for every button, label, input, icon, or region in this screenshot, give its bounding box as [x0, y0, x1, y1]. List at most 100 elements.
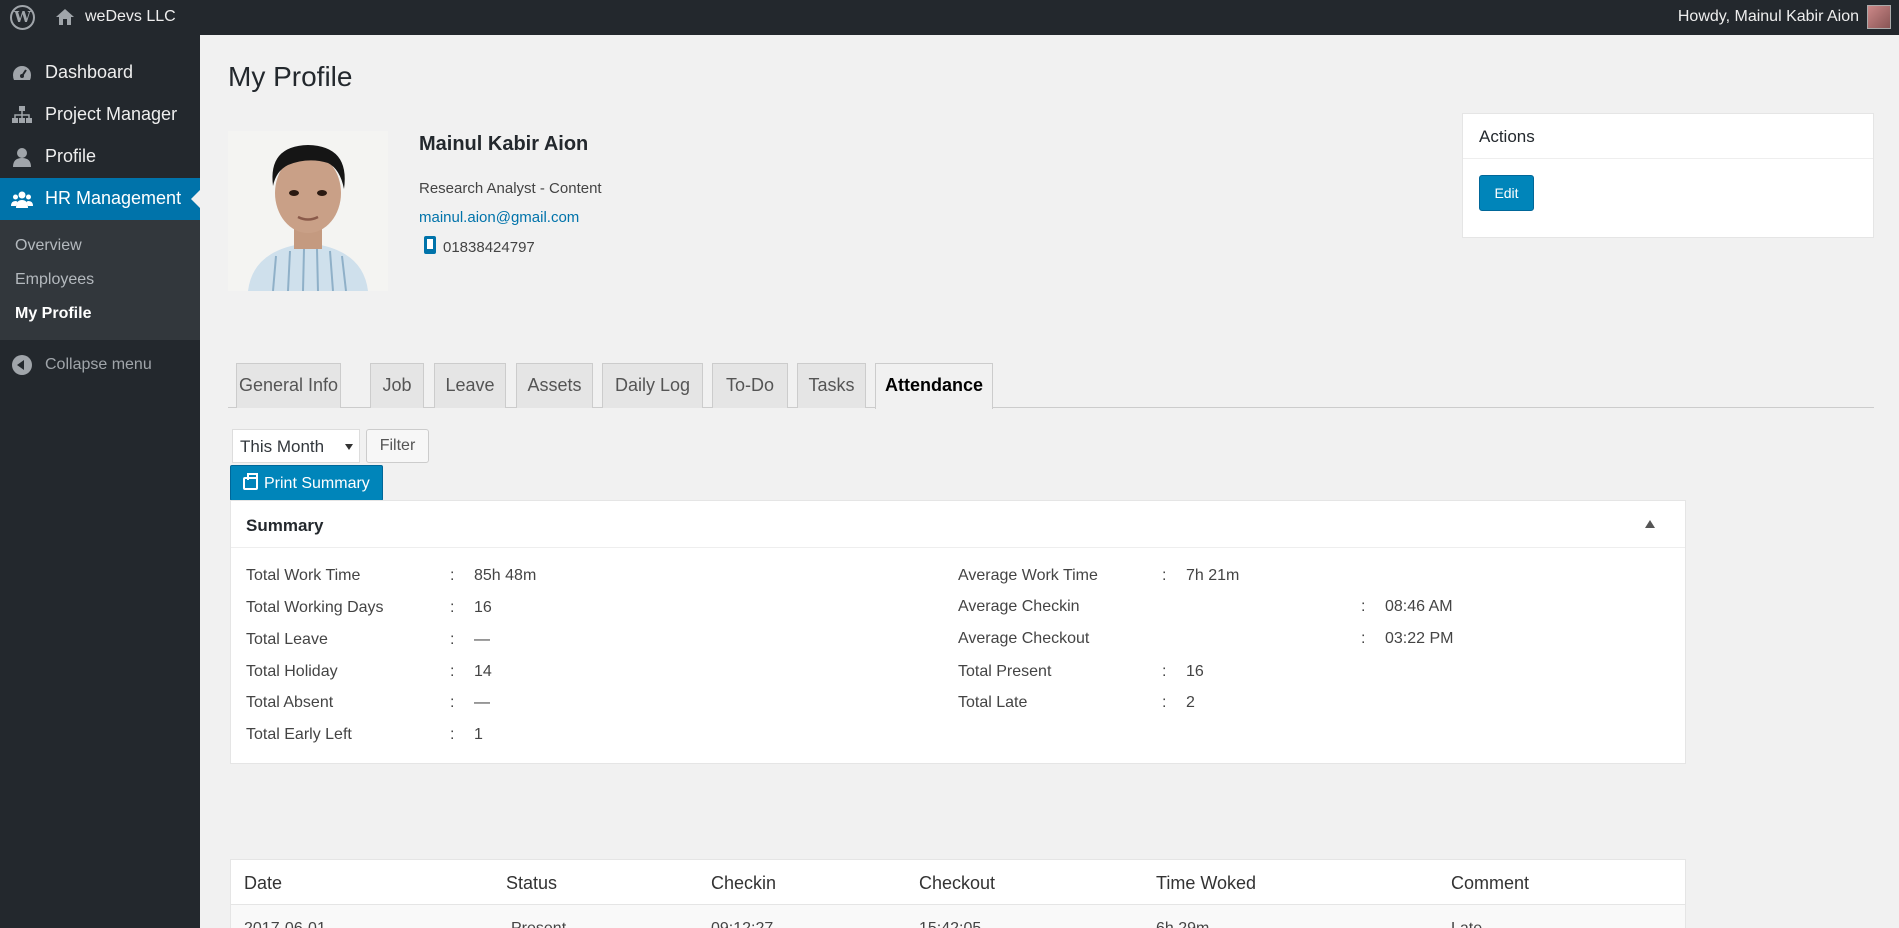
sidebar-item-project-manager[interactable]: Project Manager: [0, 94, 200, 136]
page-title: My Profile: [228, 61, 353, 92]
summary-colon: :: [450, 694, 455, 711]
print-summary-label: Print Summary: [264, 475, 370, 492]
table-cell-date: 2017-06-01: [244, 920, 326, 928]
collapse-arrow-icon: [12, 355, 32, 375]
summary-label: Total Holiday: [246, 663, 338, 680]
tab-leave[interactable]: Leave: [434, 363, 506, 408]
tab-daily-log[interactable]: Daily Log: [602, 363, 703, 408]
tab-attendance[interactable]: Attendance: [875, 363, 993, 409]
summary-value: 16: [1186, 663, 1204, 680]
summary-value: —: [474, 694, 490, 711]
site-name-link[interactable]: weDevs LLC: [85, 8, 176, 26]
summary-colon: :: [450, 567, 455, 584]
table-header-time-worked: Time Woked: [1156, 873, 1257, 893]
dashboard-icon: [13, 66, 31, 80]
employee-photo: [228, 131, 388, 291]
divider: [231, 547, 1685, 548]
table-header-status: Status: [506, 873, 558, 893]
table-cell-checkout: 15:42:05: [919, 920, 981, 928]
summary-value: —: [474, 631, 490, 648]
summary-title: Summary: [246, 516, 324, 535]
filter-button[interactable]: Filter: [366, 429, 429, 463]
attendance-table: Date Status Checkin Checkout Time Woked …: [230, 859, 1686, 928]
summary-colon: :: [450, 599, 455, 616]
employee-job-title: Research Analyst - Content: [419, 180, 602, 197]
summary-value: 03:22 PM: [1385, 630, 1454, 647]
summary-label: Total Early Left: [246, 726, 352, 743]
summary-label: Total Leave: [246, 631, 328, 648]
summary-colon: :: [450, 631, 455, 648]
summary-colon: :: [450, 663, 455, 680]
summary-label: Total Late: [958, 694, 1028, 711]
submenu-item-my-profile[interactable]: My Profile: [15, 305, 91, 323]
table-cell-time-worked: 6h 29m: [1156, 920, 1209, 928]
sidebar-item-label: Project Manager: [45, 104, 178, 124]
summary-colon: :: [1162, 567, 1167, 584]
summary-panel: Summary Total Work Time : 85h 48m Total …: [230, 500, 1686, 764]
summary-label: Total Present: [958, 663, 1052, 680]
summary-colon: :: [1162, 694, 1167, 711]
summary-colon: :: [1361, 630, 1366, 647]
mobile-phone-icon: [424, 236, 436, 254]
tab-tasks[interactable]: Tasks: [797, 363, 866, 408]
wordpress-logo-icon[interactable]: W: [10, 5, 35, 30]
dropdown-arrow-icon: [345, 444, 353, 450]
period-select-value: This Month: [240, 437, 325, 456]
sidebar-item-label: Dashboard: [45, 62, 134, 82]
summary-colon: :: [450, 726, 455, 743]
groups-icon: [11, 191, 33, 208]
tab-job[interactable]: Job: [370, 363, 424, 408]
submenu-item-employees[interactable]: Employees: [15, 271, 94, 289]
table-cell-checkin: 09:12:27: [711, 920, 773, 928]
admin-bar: W weDevs LLC Howdy, Mainul Kabir Aion: [0, 0, 1899, 35]
user-icon: [13, 148, 31, 167]
hr-submenu: Overview Employees My Profile: [0, 220, 200, 340]
summary-value: 14: [474, 663, 492, 680]
main-content: My Profile Mainul Kabir Aion Research An…: [200, 35, 1899, 928]
sidebar-item-profile[interactable]: Profile: [0, 136, 200, 178]
print-summary-button[interactable]: Print Summary: [230, 465, 383, 501]
collapse-menu-button[interactable]: Collapse menu: [0, 347, 200, 382]
table-header-date: Date: [244, 873, 283, 893]
submenu-item-overview[interactable]: Overview: [15, 237, 82, 255]
user-avatar[interactable]: [1867, 5, 1891, 29]
summary-colon: :: [1162, 663, 1167, 680]
summary-label: Total Absent: [246, 694, 334, 711]
collapse-menu-label: Collapse menu: [45, 356, 152, 373]
employee-phone: 01838424797: [443, 239, 535, 256]
tab-assets[interactable]: Assets: [516, 363, 593, 408]
employee-name: Mainul Kabir Aion: [419, 133, 589, 155]
sidebar-item-dashboard[interactable]: Dashboard: [0, 52, 200, 94]
divider: [1463, 158, 1873, 159]
summary-value: 7h 21m: [1186, 567, 1240, 584]
print-icon: [243, 473, 258, 490]
summary-value: 16: [474, 599, 492, 616]
summary-label: Average Work Time: [958, 567, 1098, 584]
table-header-comment: Comment: [1451, 873, 1530, 893]
sidebar-item-label: HR Management: [45, 188, 182, 208]
summary-value: 85h 48m: [474, 567, 537, 584]
summary-label: Average Checkin: [958, 598, 1080, 615]
tab-general-info[interactable]: General Info: [236, 363, 341, 408]
collapse-toggle-icon[interactable]: [1645, 520, 1655, 528]
sidebar-item-hr-management[interactable]: HR Management: [0, 178, 200, 220]
summary-label: Total Working Days: [246, 599, 384, 616]
summary-colon: :: [1361, 598, 1366, 615]
summary-value: 1: [474, 726, 483, 743]
summary-label: Average Checkout: [958, 630, 1090, 647]
howdy-user-link[interactable]: Howdy, Mainul Kabir Aion: [1678, 8, 1859, 26]
actions-panel: Actions Edit: [1462, 113, 1874, 238]
edit-button[interactable]: Edit: [1479, 175, 1534, 211]
tab-to-do[interactable]: To-Do: [712, 363, 788, 408]
admin-sidebar: Dashboard Project Manager Profile HR Man…: [0, 35, 200, 928]
actions-title: Actions: [1479, 127, 1535, 146]
period-select[interactable]: This Month: [232, 429, 360, 463]
employee-email-link[interactable]: mainul.aion@gmail.com: [419, 209, 579, 226]
home-icon[interactable]: [55, 7, 75, 27]
table-cell-status: Present: [511, 920, 566, 928]
summary-value: 2: [1186, 694, 1195, 711]
table-header-checkin: Checkin: [711, 873, 777, 893]
sitemap-icon: [12, 106, 32, 123]
summary-label: Total Work Time: [246, 567, 361, 584]
table-header-checkout: Checkout: [919, 873, 996, 893]
